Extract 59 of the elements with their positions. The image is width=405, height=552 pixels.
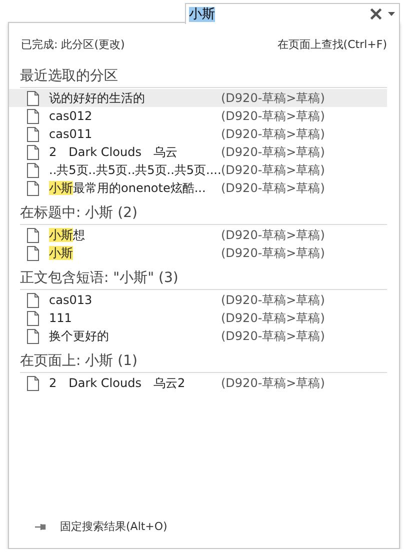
- section-path: (D920-草稿>草稿): [221, 374, 325, 392]
- section-path: (D920-草稿>草稿): [221, 162, 325, 178]
- result-row[interactable]: cas013 (D920-草稿>草稿): [9, 291, 387, 309]
- page-icon: [27, 180, 39, 196]
- page-title: 111: [49, 311, 73, 325]
- section-path: (D920-草稿>草稿): [221, 292, 325, 308]
- section-path: (D920-草稿>草稿): [221, 226, 325, 244]
- section-path: (D920-草稿>草稿): [221, 180, 325, 196]
- page-title: cas012: [49, 109, 94, 123]
- page-title: cas013: [49, 293, 94, 307]
- section-heading: 在标题中: 小斯 (2): [20, 197, 387, 225]
- find-on-page-link[interactable]: 在页面上查找(Ctrl+F): [277, 37, 387, 55]
- search-field[interactable]: 小斯: [185, 3, 400, 24]
- section-heading: 正文包含短语: "小斯" (3): [20, 262, 387, 290]
- section-path: (D920-草稿>草稿): [221, 144, 325, 160]
- search-scope-text[interactable]: 已完成: 此分区(更改): [21, 37, 125, 55]
- page-title: 2 Dark Clouds 乌云2: [49, 374, 186, 392]
- page-icon: [27, 90, 39, 106]
- page-icon: [27, 292, 39, 308]
- section-path: (D920-草稿>草稿): [221, 90, 325, 106]
- section-heading: 在页面上: 小斯 (1): [20, 345, 387, 373]
- page-icon: [27, 108, 39, 124]
- result-row[interactable]: ..共5页..共5页..共5页..共5页....(D920-草稿>草稿): [9, 161, 387, 179]
- result-row[interactable]: 小斯最常用的onenote炫酷... (D920-草稿>草稿): [9, 179, 387, 197]
- section-path: (D920-草稿>草稿): [221, 126, 325, 142]
- page-icon: [27, 228, 39, 242]
- page-title: 小斯最常用的onenote炫酷...: [49, 180, 207, 196]
- result-row[interactable]: cas011 (D920-草稿>草稿): [9, 125, 387, 143]
- page-icon: [27, 328, 39, 344]
- page-title: cas011: [49, 127, 94, 141]
- page-title: ..共5页..共5页..共5页..共5页....: [49, 162, 221, 178]
- result-row[interactable]: cas012 (D920-草稿>草稿): [9, 107, 387, 125]
- caret-icon[interactable]: [388, 12, 395, 16]
- section-path: (D920-草稿>草稿): [221, 328, 325, 344]
- page-title: 2 Dark Clouds 乌云: [49, 144, 178, 160]
- section-path: (D920-草稿>草稿): [221, 244, 325, 262]
- page-title: 小斯: [49, 244, 74, 262]
- page-title: 换个更好的: [49, 328, 110, 344]
- result-row[interactable]: 小斯 (D920-草稿>草稿): [9, 244, 387, 262]
- close-icon[interactable]: [370, 7, 382, 21]
- page-title: 小斯想: [49, 226, 86, 244]
- section-heading: 最近选取的分区: [20, 55, 387, 88]
- pin-results-text[interactable]: 固定搜索结果(Alt+O): [60, 519, 168, 534]
- result-row[interactable]: 换个更好的 (D920-草稿>草稿): [9, 327, 387, 345]
- section-path: (D920-草稿>草稿): [221, 310, 325, 326]
- section-path: (D920-草稿>草稿): [221, 108, 325, 124]
- page-icon: [27, 126, 39, 142]
- page-icon: [27, 246, 39, 260]
- result-row[interactable]: 小斯想 (D920-草稿>草稿): [9, 226, 387, 244]
- result-row[interactable]: 111 (D920-草稿>草稿): [9, 309, 387, 327]
- result-row[interactable]: 说的好好的生活的 (D920-草稿>草稿): [9, 89, 387, 107]
- pin-icon[interactable]: [35, 522, 46, 530]
- result-row[interactable]: 2 Dark Clouds 乌云 (D920-草稿>草稿): [9, 143, 387, 161]
- page-icon: [27, 144, 39, 160]
- page-title: 说的好好的生活的: [49, 90, 146, 106]
- page-icon: [27, 376, 39, 390]
- result-row[interactable]: 2 Dark Clouds 乌云2 (D920-草稿>草稿): [9, 374, 387, 392]
- page-icon: [27, 310, 39, 326]
- page-icon: [27, 162, 39, 178]
